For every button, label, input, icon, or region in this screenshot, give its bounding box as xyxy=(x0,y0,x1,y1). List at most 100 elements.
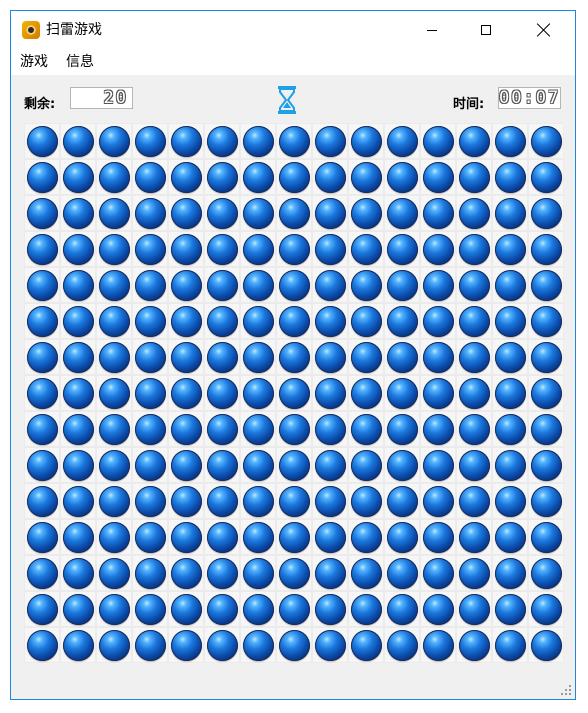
mine-cell[interactable] xyxy=(240,519,276,555)
mine-cell[interactable] xyxy=(240,375,276,411)
mine-cell[interactable] xyxy=(96,627,132,663)
mine-cell[interactable] xyxy=(420,519,456,555)
mine-cell[interactable] xyxy=(420,231,456,267)
mine-cell[interactable] xyxy=(348,411,384,447)
mine-cell[interactable] xyxy=(420,303,456,339)
mine-cell[interactable] xyxy=(24,159,60,195)
mine-cell[interactable] xyxy=(132,231,168,267)
mine-cell[interactable] xyxy=(528,447,564,483)
mine-cell[interactable] xyxy=(276,231,312,267)
mine-cell[interactable] xyxy=(492,303,528,339)
mine-cell[interactable] xyxy=(312,195,348,231)
mine-cell[interactable] xyxy=(312,411,348,447)
mine-cell[interactable] xyxy=(168,303,204,339)
mine-cell[interactable] xyxy=(60,375,96,411)
mine-cell[interactable] xyxy=(240,447,276,483)
mine-cell[interactable] xyxy=(132,591,168,627)
mine-cell[interactable] xyxy=(312,627,348,663)
mine-cell[interactable] xyxy=(132,159,168,195)
mine-cell[interactable] xyxy=(60,303,96,339)
mine-cell[interactable] xyxy=(348,231,384,267)
mine-cell[interactable] xyxy=(528,195,564,231)
mine-cell[interactable] xyxy=(24,231,60,267)
mine-cell[interactable] xyxy=(240,411,276,447)
mine-cell[interactable] xyxy=(96,375,132,411)
mine-cell[interactable] xyxy=(240,159,276,195)
mine-cell[interactable] xyxy=(384,159,420,195)
close-button[interactable] xyxy=(521,11,567,49)
mine-cell[interactable] xyxy=(168,627,204,663)
mine-cell[interactable] xyxy=(456,303,492,339)
mine-cell[interactable] xyxy=(60,339,96,375)
mine-cell[interactable] xyxy=(96,447,132,483)
mine-cell[interactable] xyxy=(132,555,168,591)
mine-cell[interactable] xyxy=(96,483,132,519)
mine-cell[interactable] xyxy=(528,303,564,339)
mine-cell[interactable] xyxy=(492,231,528,267)
mine-cell[interactable] xyxy=(204,303,240,339)
mine-cell[interactable] xyxy=(528,231,564,267)
mine-cell[interactable] xyxy=(528,627,564,663)
mine-cell[interactable] xyxy=(456,627,492,663)
mine-cell[interactable] xyxy=(204,123,240,159)
menu-info[interactable]: 信息 xyxy=(66,53,94,71)
mine-cell[interactable] xyxy=(456,267,492,303)
mine-cell[interactable] xyxy=(384,195,420,231)
mine-cell[interactable] xyxy=(168,267,204,303)
mine-cell[interactable] xyxy=(384,267,420,303)
mine-cell[interactable] xyxy=(348,339,384,375)
mine-cell[interactable] xyxy=(492,195,528,231)
mine-cell[interactable] xyxy=(276,447,312,483)
mine-cell[interactable] xyxy=(276,195,312,231)
mine-cell[interactable] xyxy=(24,591,60,627)
mine-cell[interactable] xyxy=(456,231,492,267)
mine-cell[interactable] xyxy=(420,195,456,231)
mine-cell[interactable] xyxy=(384,303,420,339)
mine-cell[interactable] xyxy=(60,231,96,267)
mine-cell[interactable] xyxy=(528,519,564,555)
mine-cell[interactable] xyxy=(204,159,240,195)
mine-cell[interactable] xyxy=(312,375,348,411)
mine-cell[interactable] xyxy=(384,123,420,159)
mine-cell[interactable] xyxy=(240,339,276,375)
mine-cell[interactable] xyxy=(528,411,564,447)
mine-cell[interactable] xyxy=(204,519,240,555)
mine-cell[interactable] xyxy=(492,591,528,627)
mine-cell[interactable] xyxy=(420,411,456,447)
mine-cell[interactable] xyxy=(96,303,132,339)
mine-cell[interactable] xyxy=(276,375,312,411)
mine-cell[interactable] xyxy=(132,267,168,303)
mine-cell[interactable] xyxy=(456,411,492,447)
mine-cell[interactable] xyxy=(168,375,204,411)
mine-cell[interactable] xyxy=(492,555,528,591)
mine-cell[interactable] xyxy=(168,123,204,159)
mine-cell[interactable] xyxy=(204,483,240,519)
mine-cell[interactable] xyxy=(60,627,96,663)
menu-game[interactable]: 游戏 xyxy=(20,53,48,71)
mine-cell[interactable] xyxy=(96,411,132,447)
mine-cell[interactable] xyxy=(312,267,348,303)
mine-cell[interactable] xyxy=(528,267,564,303)
mine-cell[interactable] xyxy=(492,339,528,375)
mine-cell[interactable] xyxy=(60,195,96,231)
mine-cell[interactable] xyxy=(132,447,168,483)
mine-cell[interactable] xyxy=(348,483,384,519)
mine-cell[interactable] xyxy=(276,123,312,159)
mine-cell[interactable] xyxy=(240,303,276,339)
mine-cell[interactable] xyxy=(348,627,384,663)
mine-cell[interactable] xyxy=(204,411,240,447)
mine-cell[interactable] xyxy=(276,519,312,555)
mine-cell[interactable] xyxy=(456,519,492,555)
mine-cell[interactable] xyxy=(456,159,492,195)
mine-cell[interactable] xyxy=(60,519,96,555)
mine-cell[interactable] xyxy=(276,483,312,519)
mine-cell[interactable] xyxy=(420,375,456,411)
mine-cell[interactable] xyxy=(24,123,60,159)
mine-cell[interactable] xyxy=(132,483,168,519)
mine-cell[interactable] xyxy=(348,555,384,591)
mine-cell[interactable] xyxy=(168,591,204,627)
mine-cell[interactable] xyxy=(240,555,276,591)
mine-cell[interactable] xyxy=(168,195,204,231)
mine-cell[interactable] xyxy=(348,267,384,303)
mine-cell[interactable] xyxy=(60,267,96,303)
